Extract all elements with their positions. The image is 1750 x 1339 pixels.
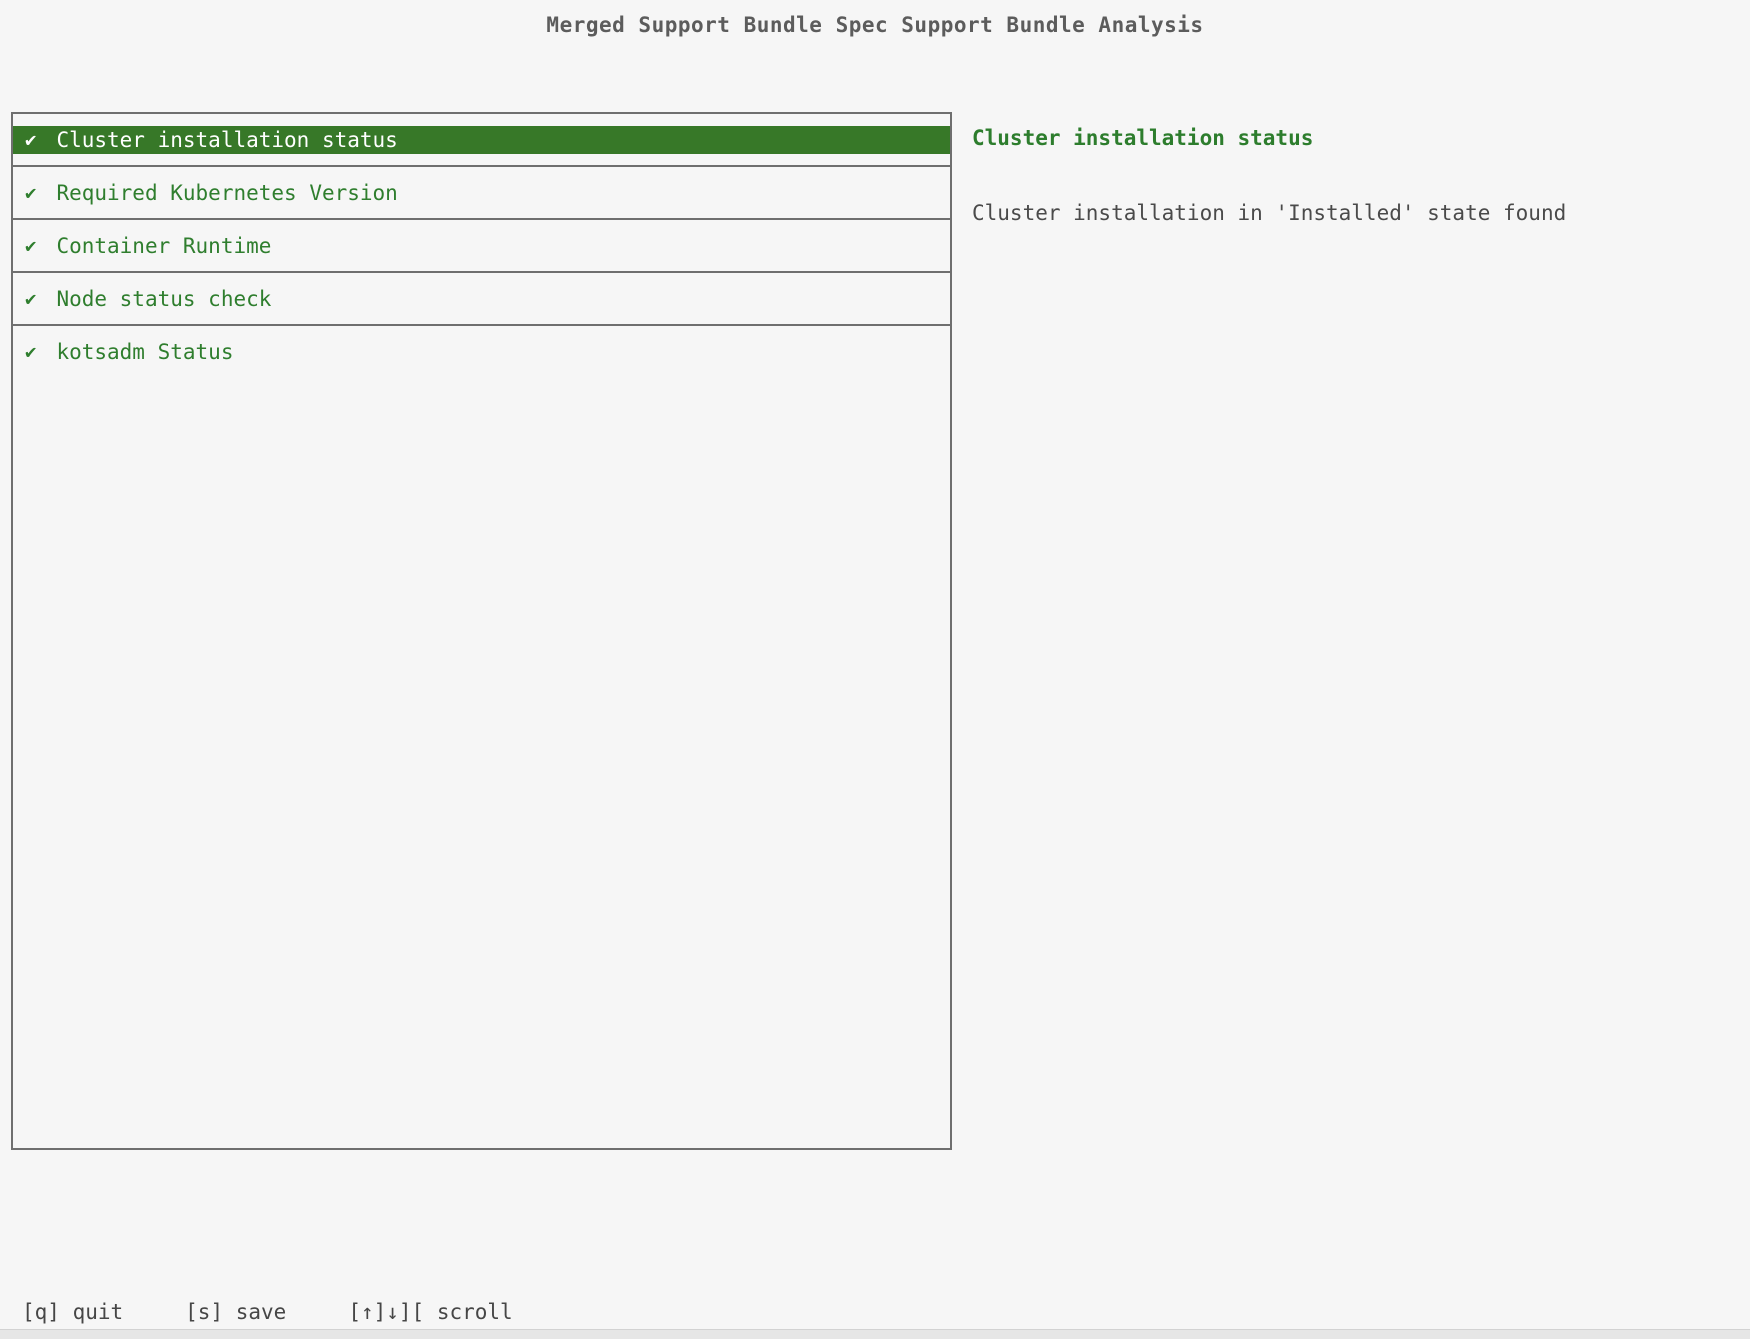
list-item-label: Cluster installation status (56, 126, 397, 154)
quit-key-hint: [q] quit (22, 1298, 123, 1326)
detail-message: Cluster installation in 'Installed' stat… (972, 199, 1566, 227)
list-item-label: Container Runtime (56, 232, 271, 260)
check-icon: ✔ (25, 126, 36, 154)
check-icon: ✔ (25, 285, 36, 313)
row-content: ✔ Required Kubernetes Version (13, 179, 950, 207)
detail-heading: Cluster installation status (972, 124, 1313, 152)
check-icon: ✔ (25, 232, 36, 260)
analyzer-list-panel: ✔ Cluster installation status ✔ Required Ku… (11, 112, 952, 1150)
save-key-hint: [s] save (185, 1298, 286, 1326)
list-item-4[interactable]: ✔ kotsadm Status (13, 326, 950, 377)
list-item-2[interactable]: ✔ Container Runtime (13, 220, 950, 273)
list-item-3[interactable]: ✔ Node status check (13, 273, 950, 326)
row-content: ✔ Node status check (13, 285, 950, 313)
list-item-label: kotsadm Status (56, 338, 233, 366)
row-content: ✔ Container Runtime (13, 232, 950, 260)
list-item-label: Required Kubernetes Version (56, 179, 397, 207)
list-item-label: Node status check (56, 285, 271, 313)
scroll-key-hint: [↑]↓][ scroll (348, 1298, 512, 1326)
page-title: Merged Support Bundle Spec Support Bundl… (0, 11, 1750, 39)
selected-row-highlight: ✔ Cluster installation status (13, 126, 950, 154)
check-icon: ✔ (25, 179, 36, 207)
list-item-0[interactable]: ✔ Cluster installation status (13, 114, 950, 167)
check-icon: ✔ (25, 338, 36, 366)
row-content: ✔ kotsadm Status (13, 338, 950, 366)
analyzer-list: ✔ Cluster installation status ✔ Required Ku… (13, 114, 950, 377)
footer-keybar: [q] quit [s] save [↑]↓][ scroll (22, 1298, 513, 1326)
list-item-1[interactable]: ✔ Required Kubernetes Version (13, 167, 950, 220)
